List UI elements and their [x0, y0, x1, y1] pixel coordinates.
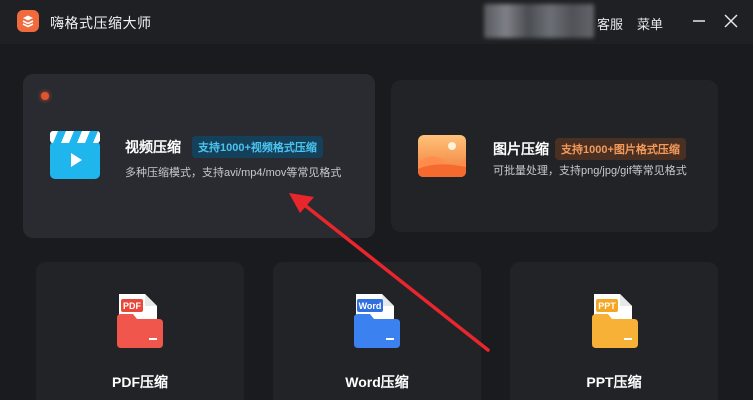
account-avatar[interactable]	[484, 4, 594, 38]
new-indicator-dot	[41, 92, 49, 100]
ppt-tag-text: PPT	[598, 301, 616, 311]
word-tag-text: Word	[359, 301, 382, 311]
image-compress-desc: 可批量处理，支持png/jpg/gif等常见格式	[493, 165, 687, 177]
image-format-badge: 支持1000+图片格式压缩	[555, 138, 686, 160]
ppt-file-icon: PPT	[592, 294, 638, 348]
word-file-icon: Word	[354, 294, 400, 348]
close-icon[interactable]	[724, 14, 738, 28]
app-title: 嗨格式压缩大师	[50, 15, 152, 31]
pdf-file-icon: PDF	[117, 294, 163, 348]
video-compress-desc: 多种压缩模式，支持avi/mp4/mov等常见格式	[125, 167, 342, 179]
minimize-icon[interactable]	[692, 14, 706, 28]
app-logo-icon	[17, 10, 39, 32]
video-clapper-icon	[50, 131, 100, 179]
video-compress-title: 视频压缩	[125, 139, 181, 155]
pdf-compress-label: PDF压缩	[112, 374, 168, 390]
video-format-badge: 支持1000+视频格式压缩	[192, 136, 323, 158]
pdf-tag-text: PDF	[123, 301, 142, 311]
ppt-compress-label: PPT压缩	[586, 374, 642, 390]
word-compress-label: Word压缩	[345, 374, 409, 390]
menu-link[interactable]: 菜单	[637, 14, 663, 33]
image-icon	[418, 135, 466, 177]
image-compress-title: 图片压缩	[493, 141, 549, 157]
customer-service-link[interactable]: 客服	[597, 14, 623, 33]
title-bar: 嗨格式压缩大师 客服 菜单	[0, 0, 753, 44]
